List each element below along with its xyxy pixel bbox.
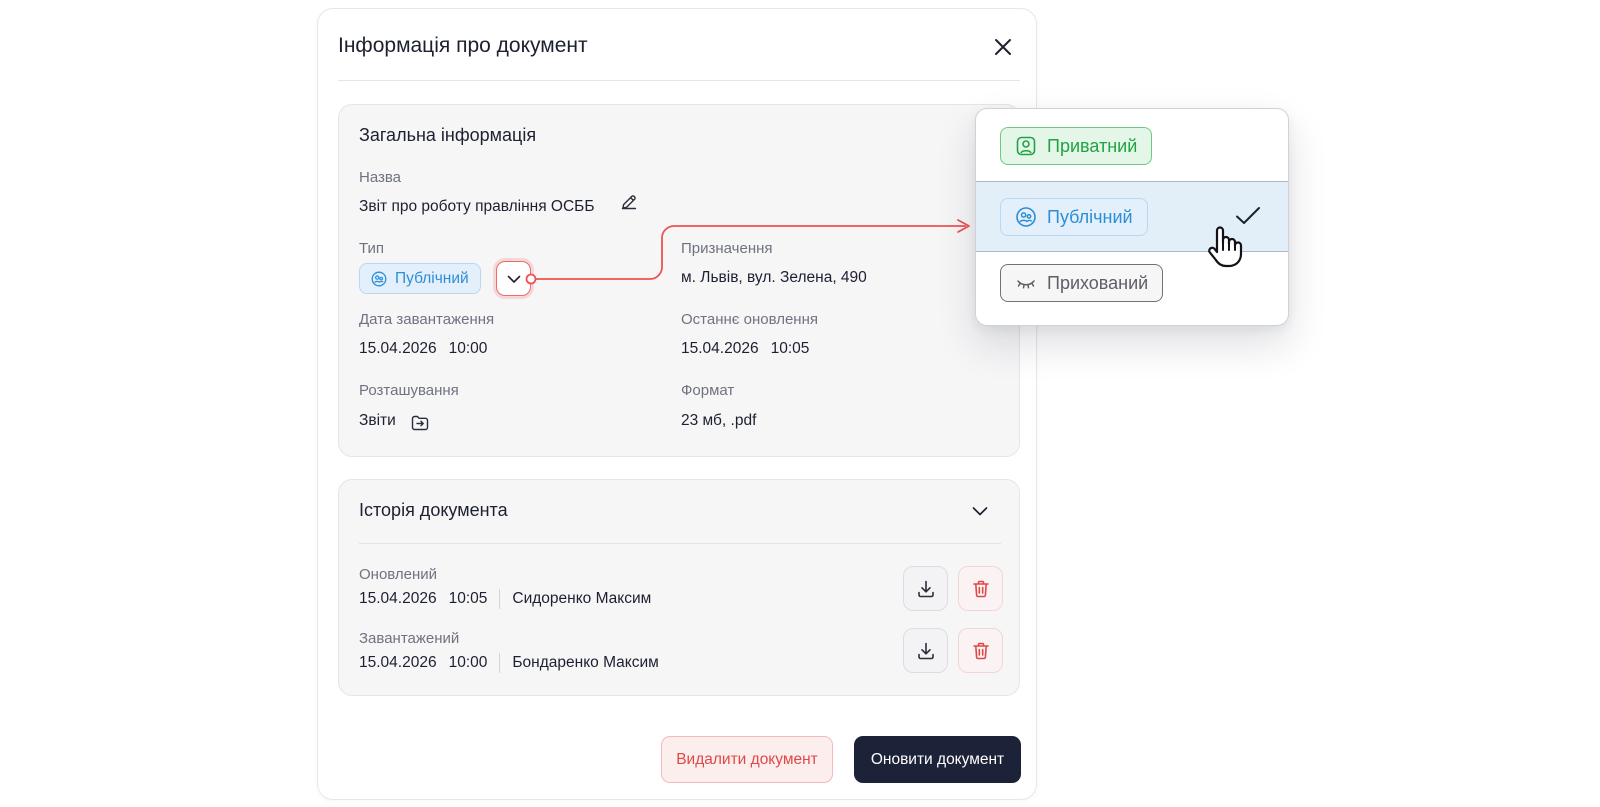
dropdown-option-hidden[interactable]: Прихований	[976, 254, 1288, 325]
close-button[interactable]	[990, 34, 1016, 60]
history-divider	[359, 543, 1001, 544]
download-button[interactable]	[903, 566, 948, 611]
download-icon	[917, 580, 934, 597]
type-label: Тип	[359, 240, 385, 257]
modal-title: Інформація про документ	[338, 34, 588, 57]
download-icon	[917, 642, 934, 659]
public-chip: Публічний	[1000, 198, 1148, 236]
chevron-down-icon	[972, 507, 988, 516]
type-chip-label: Публічний	[395, 269, 469, 287]
people-circle-icon	[1016, 207, 1036, 227]
last-update-datetime: 15.04.2026 10:05	[681, 340, 809, 358]
trash-icon	[972, 580, 989, 597]
history-collapse-button[interactable]	[969, 500, 991, 522]
close-icon	[995, 39, 1011, 55]
folder-arrow-icon	[411, 415, 429, 431]
header-divider	[338, 80, 1020, 81]
last-update-date: 15.04.2026	[681, 340, 759, 357]
history-title: Історія документа	[359, 500, 508, 520]
history-author: Сидоренко Максим	[512, 590, 652, 607]
download-button[interactable]	[903, 628, 948, 673]
document-name: Звіт про роботу правління ОСББ	[359, 198, 595, 215]
closed-eye-icon	[1017, 280, 1035, 289]
dropdown-option-private[interactable]: Приватний	[976, 109, 1288, 180]
delete-document-button[interactable]: Видалити документ	[661, 736, 833, 783]
delete-version-button[interactable]	[958, 628, 1003, 673]
history-time: 10:05	[448, 590, 488, 607]
last-update-time: 10:05	[770, 340, 810, 357]
type-dropdown-toggle[interactable]	[496, 261, 531, 296]
history-date: 15.04.2026	[359, 590, 437, 607]
chevron-down-icon	[507, 275, 520, 283]
purpose-label: Призначення	[681, 240, 773, 257]
general-info-card: Загальна інформація Назва Звіт про робот…	[338, 104, 1020, 457]
person-square-icon	[1016, 136, 1036, 156]
history-author: Бондаренко Максим	[512, 654, 659, 671]
delete-version-button[interactable]	[958, 566, 1003, 611]
pencil-icon	[621, 195, 637, 210]
history-date: 15.04.2026	[359, 654, 437, 671]
public-label: Публічний	[1047, 206, 1133, 227]
people-circle-icon	[371, 271, 387, 286]
last-update-label: Останнє оновлення	[681, 311, 818, 328]
history-meta: 15.04.2026 10:05 Сидоренко Максим	[359, 588, 651, 610]
edit-name-button[interactable]	[620, 193, 638, 211]
history-meta: 15.04.2026 10:00 Бондаренко Максим	[359, 652, 659, 674]
upload-date: 15.04.2026	[359, 340, 437, 357]
format-value: 23 мб, .pdf	[681, 412, 757, 429]
history-status: Завантажений	[359, 630, 460, 647]
history-card: Історія документа Оновлений 15.04.2026 10…	[338, 479, 1020, 696]
upload-time: 10:00	[448, 340, 488, 357]
type-dropdown: Приватний Публічний Прихований	[975, 108, 1289, 326]
private-chip: Приватний	[1000, 127, 1153, 165]
history-status: Оновлений	[359, 566, 438, 583]
name-label: Назва	[359, 169, 402, 186]
update-document-button[interactable]: Оновити документ	[854, 736, 1021, 783]
format-label: Формат	[681, 382, 735, 399]
private-label: Приватний	[1047, 135, 1138, 156]
trash-icon	[972, 642, 989, 659]
open-location-button[interactable]	[410, 413, 430, 433]
document-info-modal: Інформація про документ Загальна інформа…	[317, 8, 1037, 800]
upload-datetime: 15.04.2026 10:00	[359, 340, 487, 358]
purpose-value: м. Львів, вул. Зелена, 490	[681, 269, 867, 286]
hidden-label: Прихований	[1047, 272, 1149, 293]
check-icon	[1236, 207, 1260, 224]
meta-separator	[499, 652, 501, 673]
location-label: Розташування	[359, 382, 459, 399]
general-info-title: Загальна інформація	[359, 125, 537, 145]
hidden-chip: Прихований	[1000, 264, 1164, 302]
type-chip: Публічний	[359, 263, 481, 294]
meta-separator	[499, 588, 501, 609]
location-value: Звіти	[359, 412, 396, 429]
dropdown-option-public[interactable]: Публічний	[976, 181, 1288, 252]
history-time: 10:00	[448, 654, 488, 671]
upload-date-label: Дата завантаження	[359, 311, 495, 328]
